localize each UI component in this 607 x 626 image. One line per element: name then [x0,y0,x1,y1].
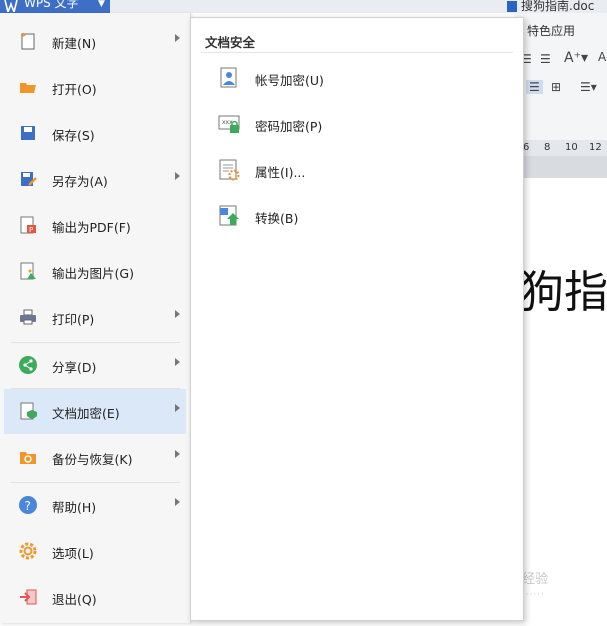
folder-open-icon [18,77,38,97]
menu-item-label: 打印(P) [52,312,95,327]
svg-text:?: ? [25,499,31,513]
menu-item-backup-restore[interactable]: 备份与恢复(K) [4,435,186,480]
menu-item-export-pdf[interactable]: P 输出为PDF(F) [4,203,186,248]
submenu-item-properties[interactable]: 属性(I)... [211,152,511,186]
convert-icon [217,204,241,228]
menu-item-label: 新建(N) [52,36,97,51]
menu-item-options[interactable]: 选项(L) [4,529,186,574]
menu-item-label: 文档加密(E) [52,406,120,421]
help-icon: ? [18,495,38,515]
tab-special-apps[interactable]: 特色应用 [527,22,575,39]
save-icon [18,123,38,143]
submenu-item-password-encrypt[interactable]: xxx 密码加密(P) [211,106,511,140]
distributed-align-icon[interactable]: ⊞ [551,80,561,94]
submenu-title: 文档安全 [205,35,256,50]
line-spacing-icon[interactable]: ☰▾ [580,80,597,94]
font-size-up-icon[interactable]: A⁺▾ [564,50,588,66]
menu-item-label: 保存(S) [52,128,95,143]
properties-icon [217,158,241,182]
backup-icon [18,447,38,467]
save-as-icon [18,169,38,189]
menu-item-share[interactable]: 分享(D) [4,343,186,388]
menu-item-label: 输出为图片(G) [52,266,134,281]
menu-item-label: 备份与恢复(K) [52,452,133,467]
chevron-right-icon [175,172,180,180]
submenu-item-account-encrypt[interactable]: 帐号加密(U) [211,60,511,94]
doc-security-submenu: 文档安全 帐号加密(U) xxx 密码加密(P) 属性(I)... 转换(B) [190,17,524,621]
menu-item-label: 退出(Q) [52,592,97,607]
align-justify-icon[interactable]: ☰ [526,80,543,94]
indent-increase-icon[interactable]: ☰ [540,52,551,66]
submenu-item-convert[interactable]: 转换(B) [211,198,511,232]
account-encrypt-icon [217,66,241,90]
menu-item-help[interactable]: ? 帮助(H) [4,483,186,528]
menu-item-label: 选项(L) [52,546,94,561]
menu-item-exit[interactable]: 退出(Q) [4,575,186,620]
chevron-right-icon [175,310,180,318]
password-encrypt-icon: xxx [217,112,241,136]
word-doc-icon [507,1,517,12]
menu-item-doc-encrypt[interactable]: 文档加密(E) [4,389,186,434]
pdf-icon: P [18,215,38,235]
menu-item-label: 分享(D) [52,360,97,375]
new-doc-icon [18,31,38,51]
text-style-icon[interactable]: A [598,50,606,64]
share-icon [18,355,38,375]
submenu-item-label: 密码加密(P) [255,119,323,134]
svg-text:P: P [29,226,33,234]
chevron-right-icon [175,358,180,366]
image-icon [18,261,38,281]
document-tab[interactable]: 搜狗指南.doc [507,0,594,14]
app-title: WPS 文字 [24,0,79,10]
submenu-item-label: 帐号加密(U) [255,73,324,88]
doc-lock-icon [18,401,38,421]
chevron-right-icon [175,450,180,458]
chevron-right-icon [175,34,180,42]
menu-item-export-image[interactable]: 输出为图片(G) [4,249,186,294]
chevron-right-icon [175,498,180,506]
ruler-tick: 10 [565,142,578,153]
document-title: 搜狗指南.doc [521,0,595,13]
menu-item-open[interactable]: 打开(O) [4,65,186,110]
menu-item-label: 输出为PDF(F) [52,220,131,235]
exit-icon [18,587,38,607]
menu-item-save-as[interactable]: 另存为(A) [4,157,186,202]
document-margin [515,156,607,178]
ruler-tick: 12 [589,142,602,153]
wps-logo-icon [4,0,18,13]
submenu-item-label: 转换(B) [255,211,299,226]
submenu-item-label: 属性(I)... [255,165,306,180]
document-text: 狗指 [520,267,607,318]
printer-icon [18,307,38,327]
document-page[interactable] [520,178,607,626]
app-menu-button[interactable]: WPS 文字 ▼ [0,0,110,13]
file-menu: 新建(N) 打开(O) 保存(S) 另存为(A) P 输出为PDF(F) 输出为… [0,13,191,623]
ruler-tick: 8 [544,142,551,153]
gear-icon [18,541,38,561]
ruler: 6 8 10 12 [515,140,607,156]
chevron-right-icon [175,404,180,412]
menu-item-save[interactable]: 保存(S) [4,111,186,156]
menu-item-new[interactable]: 新建(N) [4,19,186,64]
submenu-divider [201,52,513,53]
chevron-down-icon: ▼ [98,0,105,9]
menu-item-print[interactable]: 打印(P) [4,295,186,340]
menu-item-label: 另存为(A) [52,174,108,189]
menu-item-label: 帮助(H) [52,500,97,515]
menu-item-label: 打开(O) [52,82,97,97]
